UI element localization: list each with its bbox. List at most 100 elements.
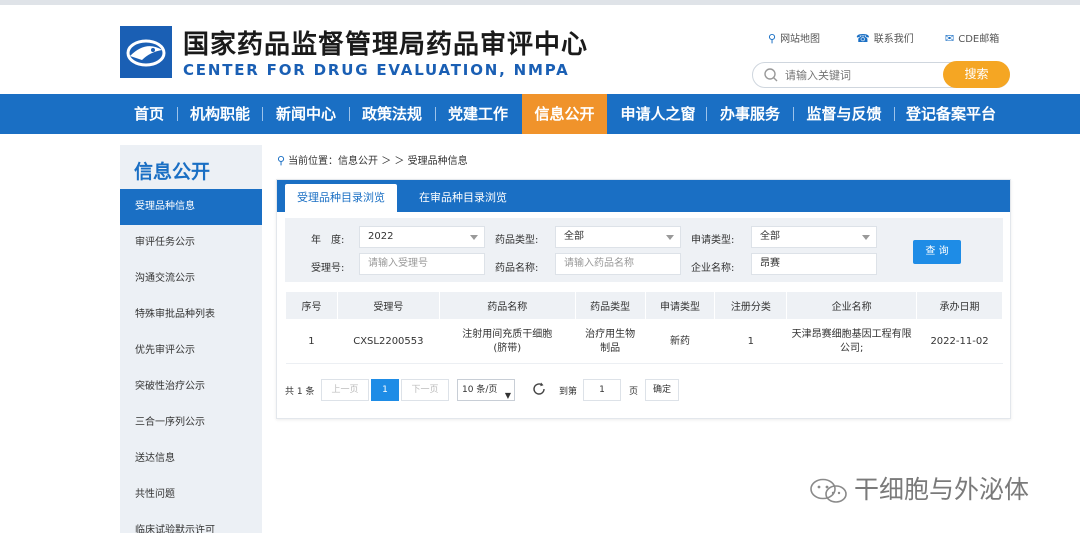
company-input[interactable]: 昂赛 — [751, 253, 877, 275]
apply-type-select[interactable]: 全部 — [751, 226, 877, 248]
nav-party[interactable]: 党建工作 — [438, 94, 518, 134]
nav-divider — [793, 107, 794, 121]
location-pin-icon: ⚲ — [277, 154, 286, 167]
sidebar-item-delivery[interactable]: 送达信息 — [120, 441, 262, 477]
phone-icon: ☎ — [856, 32, 870, 45]
search-icon — [764, 68, 778, 82]
company-label: 企业名称: — [691, 263, 735, 274]
cell-apply-type: 新药 — [645, 319, 715, 364]
search-input[interactable] — [785, 67, 935, 84]
location-pin-icon: ⚲ — [768, 32, 777, 45]
nav-news[interactable]: 新闻中心 — [266, 94, 346, 134]
nav-applicant[interactable]: 申请人之窗 — [612, 94, 704, 134]
cell-index: 1 — [285, 319, 338, 364]
goto-page-input[interactable]: 1 — [583, 379, 621, 401]
refresh-icon[interactable] — [531, 381, 547, 397]
col-header-drug-type: 药品类型 — [574, 291, 646, 320]
sidebar-item-communication[interactable]: 沟通交流公示 — [120, 261, 262, 297]
cde-logo[interactable] — [120, 26, 172, 78]
wechat-watermark: 干细胞与外泌体 — [808, 470, 1029, 506]
next-page-button[interactable]: 下一页 — [401, 379, 449, 401]
cde-mail-label: CDE邮箱 — [958, 34, 1000, 45]
site-subtitle: CENTER FOR DRUG EVALUATION, NMPA — [183, 61, 570, 79]
tab-accepted-catalog[interactable]: 受理品种目录浏览 — [285, 184, 397, 212]
total-count: 共 1 条 — [285, 387, 315, 397]
cell-date: 2022-11-02 — [916, 319, 1003, 364]
drug-type-value: 全部 — [564, 231, 584, 242]
nav-info-disclosure[interactable]: 信息公开 — [522, 94, 607, 134]
col-header-reg-class: 注册分类 — [714, 291, 788, 320]
accept-no-input[interactable]: 请输入受理号 — [359, 253, 485, 275]
sidebar-item-review-tasks[interactable]: 审评任务公示 — [120, 225, 262, 261]
table-row[interactable]: 1 CXSL2200553 注射用间充质干细胞(脐带) 治疗用生物制品 新药 1… — [285, 319, 1003, 364]
tab-in-review-catalog[interactable]: 在审品种目录浏览 — [405, 184, 521, 212]
cell-company: 天津昂赛细胞基因工程有限公司; — [786, 319, 917, 364]
sidebar-item-clinical-trial[interactable]: 临床试验默示许可 — [120, 513, 262, 533]
drug-name-input[interactable]: 请输入药品名称 — [555, 253, 681, 275]
accept-no-label: 受理号: — [311, 263, 345, 274]
col-header-accept-no: 受理号 — [336, 291, 440, 320]
chevron-down-icon — [470, 235, 478, 240]
drug-type-label: 药品类型: — [495, 235, 539, 246]
query-button[interactable]: 查 询 — [913, 240, 961, 264]
col-header-company: 企业名称 — [786, 291, 918, 320]
page-size-value: 10 条/页 — [462, 385, 498, 395]
prev-page-button[interactable]: 上一页 — [321, 379, 369, 401]
drug-type-select[interactable]: 全部 — [555, 226, 681, 248]
sidebar-item-priority-review[interactable]: 优先审评公示 — [120, 333, 262, 369]
year-select[interactable]: 2022 — [359, 226, 485, 248]
search-button[interactable]: 搜索 — [943, 61, 1010, 88]
breadcrumb-text: 当前位置：信息公开 ＞ ＞ 受理品种信息 — [288, 156, 468, 167]
sidebar-title: 信息公开 — [134, 161, 211, 183]
sidebar-item-special-approval[interactable]: 特殊审批品种列表 — [120, 297, 262, 333]
nav-divider — [706, 107, 707, 121]
col-header-apply-type: 申请类型 — [644, 291, 716, 320]
sidebar-item-accepted-varieties[interactable]: 受理品种信息 — [120, 189, 262, 225]
sidebar-item-breakthrough[interactable]: 突破性治疗公示 — [120, 369, 262, 405]
site-title: 国家药品监督管理局药品审评中心 — [183, 30, 589, 60]
nav-policies[interactable]: 政策法规 — [352, 94, 432, 134]
page-button-current[interactable]: 1 — [371, 379, 399, 401]
nav-home[interactable]: 首页 — [122, 94, 176, 134]
nav-feedback[interactable]: 监督与反馈 — [796, 94, 892, 134]
nav-registration[interactable]: 登记备案平台 — [898, 94, 1004, 134]
main-panel: 受理品种目录浏览 在审品种目录浏览 年 度: 2022 药品类型: 全部 申请类… — [276, 179, 1011, 419]
cell-drug-name: 注射用间充质干细胞(脐带) — [439, 319, 576, 364]
page-unit-label: 页 — [629, 387, 639, 397]
sidebar: 信息公开 受理品种信息 审评任务公示 沟通交流公示 特殊审批品种列表 优先审评公… — [120, 145, 262, 533]
goto-confirm-button[interactable]: 确定 — [645, 379, 679, 401]
breadcrumb: ⚲ 当前位置：信息公开 ＞ ＞ 受理品种信息 — [277, 152, 468, 167]
col-header-date: 承办日期 — [916, 291, 1003, 320]
nav-functions[interactable]: 机构职能 — [180, 94, 260, 134]
logo-emblem-icon — [120, 26, 172, 78]
contact-us-link[interactable]: ☎ 联系我们 — [856, 30, 914, 45]
nav-divider — [262, 107, 263, 121]
sidebar-item-three-in-one[interactable]: 三合一序列公示 — [120, 405, 262, 441]
nav-divider — [177, 107, 178, 121]
table-header-row: 序号 受理号 药品名称 药品类型 申请类型 注册分类 企业名称 承办日期 — [285, 291, 1003, 320]
results-table: 序号 受理号 药品名称 药品类型 申请类型 注册分类 企业名称 承办日期 1 C… — [285, 291, 1003, 364]
nav-services[interactable]: 办事服务 — [710, 94, 790, 134]
col-header-index: 序号 — [285, 291, 338, 320]
mail-icon: ✉ — [945, 32, 955, 45]
filter-form: 年 度: 2022 药品类型: 全部 申请类型: 全部 受理号: 请输入受理号 … — [285, 218, 1003, 282]
cell-drug-type: 治疗用生物制品 — [575, 319, 646, 364]
chevron-down-icon — [666, 235, 674, 240]
tab-bar: 受理品种目录浏览 在审品种目录浏览 — [277, 180, 1010, 212]
cde-mail-link[interactable]: ✉ CDE邮箱 — [945, 30, 999, 45]
year-value: 2022 — [368, 231, 394, 242]
cell-reg-class: 1 — [714, 319, 787, 364]
goto-label: 到第 — [559, 387, 578, 397]
drug-name-label: 药品名称: — [495, 263, 539, 274]
page-size-select[interactable]: 10 条/页 ▼ — [457, 379, 515, 401]
site-map-label: 网站地图 — [780, 34, 821, 45]
pagination: 共 1 条 上一页 1 下一页 10 条/页 ▼ 到第 1 页 确定 — [285, 379, 1003, 403]
site-map-link[interactable]: ⚲ 网站地图 — [768, 30, 820, 45]
nav-divider — [435, 107, 436, 121]
nav-divider — [894, 107, 895, 121]
cell-accept-no: CXSL2200553 — [337, 319, 440, 364]
browser-bookmark-strip — [0, 0, 1080, 5]
sidebar-item-common-issues[interactable]: 共性问题 — [120, 477, 262, 513]
nav-divider — [349, 107, 350, 121]
main-nav: 首页 机构职能 新闻中心 政策法规 党建工作 信息公开 申请人之窗 办事服务 监… — [0, 94, 1080, 134]
